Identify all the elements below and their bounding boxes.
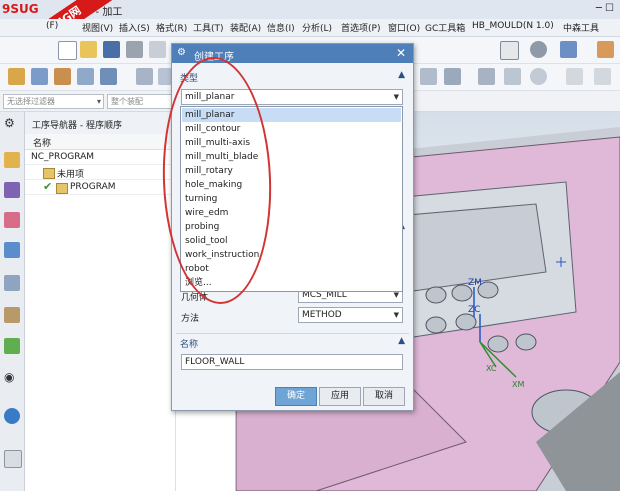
generate-toolpath-icon[interactable] bbox=[420, 68, 437, 85]
history-eye-icon[interactable]: ◉ bbox=[4, 370, 20, 386]
open-folder-icon[interactable] bbox=[80, 41, 97, 58]
create-program-icon[interactable] bbox=[8, 68, 25, 85]
create-operation-icon[interactable] bbox=[100, 68, 117, 85]
web-browser-icon[interactable] bbox=[4, 450, 22, 468]
verify-toolpath-icon[interactable] bbox=[444, 68, 461, 85]
settings-gear-icon[interactable]: ⚙ bbox=[4, 116, 20, 132]
menu-zhongsen-tools[interactable]: 中森工具 bbox=[563, 21, 599, 34]
create-method-icon[interactable] bbox=[77, 68, 94, 85]
window-controls[interactable]: ─ ☐ bbox=[596, 3, 614, 14]
snap-view-icon[interactable] bbox=[500, 41, 519, 60]
nav-row-unused[interactable]: 未用项 bbox=[25, 165, 175, 180]
collapse-caret-icon: ▲ bbox=[398, 336, 405, 346]
chevron-down-icon: ▼ bbox=[393, 93, 399, 101]
assembly-navigator-icon[interactable] bbox=[4, 242, 20, 258]
info-icon[interactable] bbox=[4, 408, 20, 424]
menu-assembly[interactable]: 装配(A) bbox=[230, 21, 261, 34]
part-navigator-icon[interactable] bbox=[4, 275, 20, 291]
menu-view[interactable]: 视图(V) bbox=[82, 21, 113, 34]
program-order-view-icon[interactable] bbox=[136, 68, 153, 85]
nav-row-nc-program[interactable]: NC_PROGRAM bbox=[25, 150, 175, 165]
axis-xc-label: XC bbox=[486, 364, 497, 373]
axis-zc-label: ZC bbox=[468, 305, 481, 315]
palette-icon[interactable] bbox=[4, 338, 20, 354]
postprocess-icon[interactable] bbox=[478, 68, 495, 85]
selection-arrow-icon[interactable] bbox=[566, 68, 583, 85]
cut-icon[interactable] bbox=[149, 41, 166, 58]
selection-lasso-icon[interactable] bbox=[594, 68, 611, 85]
ok-button[interactable]: 确定 bbox=[275, 387, 317, 406]
menu-preferences[interactable]: 首选项(P) bbox=[341, 21, 380, 34]
dialog-gear-icon: ⚙ bbox=[177, 47, 186, 58]
menu-format[interactable]: 格式(R) bbox=[156, 21, 187, 34]
layer-icon[interactable] bbox=[597, 41, 614, 58]
resource-bar: ⚙ ◉ bbox=[0, 112, 25, 491]
name-section-header[interactable]: 名称 ▲ bbox=[176, 333, 409, 350]
menu-insert[interactable]: 插入(S) bbox=[119, 21, 150, 34]
time-icon[interactable] bbox=[530, 68, 547, 85]
shop-docs-icon[interactable] bbox=[504, 68, 521, 85]
method-label: 方法 bbox=[181, 314, 200, 324]
column-name-label: 名称 bbox=[33, 139, 52, 149]
navigator-title: 工序导航器 - 程序顺序 bbox=[32, 121, 122, 131]
menu-bar: (F) 视图(V) 插入(S) 格式(R) 工具(T) 装配(A) 信息(I) … bbox=[0, 19, 620, 37]
create-tool-icon[interactable] bbox=[31, 68, 48, 85]
chevron-down-icon: ▼ bbox=[393, 311, 399, 319]
collapse-caret-icon: ▲ bbox=[398, 70, 405, 80]
cancel-button[interactable]: 取消 bbox=[363, 387, 405, 406]
apply-button[interactable]: 应用 bbox=[319, 387, 361, 406]
operation-navigator-icon[interactable] bbox=[4, 152, 20, 168]
new-file-icon[interactable] bbox=[58, 41, 77, 60]
machine-tool-navigator-icon[interactable] bbox=[4, 182, 20, 198]
save-icon[interactable] bbox=[103, 41, 120, 58]
folder-icon bbox=[56, 183, 68, 194]
nav-row-program[interactable]: ✔ PROGRAM bbox=[25, 180, 175, 195]
chevron-down-icon: ▾ bbox=[96, 97, 101, 106]
menu-hb-mould[interactable]: HB_MOULD(N 1.0) bbox=[472, 21, 554, 31]
menu-analysis[interactable]: 分析(L) bbox=[302, 21, 332, 34]
axis-xm-label: XM bbox=[512, 380, 525, 389]
print-icon[interactable] bbox=[126, 41, 143, 58]
menu-file[interactable]: (F) bbox=[46, 21, 58, 31]
feature-navigator-icon[interactable] bbox=[4, 212, 20, 228]
folder-icon bbox=[43, 168, 55, 179]
render-style-icon[interactable] bbox=[530, 41, 547, 58]
axis-zm-label: ZM bbox=[468, 278, 482, 288]
menu-window[interactable]: 窗口(O) bbox=[388, 21, 420, 34]
method-select[interactable]: METHOD ▼ bbox=[298, 307, 403, 323]
create-geometry-icon[interactable] bbox=[54, 68, 71, 85]
menu-tools[interactable]: 工具(T) bbox=[193, 21, 224, 34]
cube-view-icon[interactable] bbox=[560, 41, 577, 58]
selection-filter-select[interactable]: 无选择过滤器 ▾ bbox=[3, 94, 104, 109]
name-input[interactable]: FLOOR_WALL bbox=[181, 354, 403, 370]
menu-info[interactable]: 信息(I) bbox=[267, 21, 295, 34]
reuse-library-icon[interactable] bbox=[4, 307, 20, 323]
checkmark-icon: ✔ bbox=[43, 180, 53, 193]
selection-scope-select[interactable]: 整个装配 bbox=[107, 94, 174, 109]
menu-gc-toolbox[interactable]: GC工具箱 bbox=[425, 21, 465, 34]
close-icon[interactable]: ✕ bbox=[396, 46, 406, 60]
